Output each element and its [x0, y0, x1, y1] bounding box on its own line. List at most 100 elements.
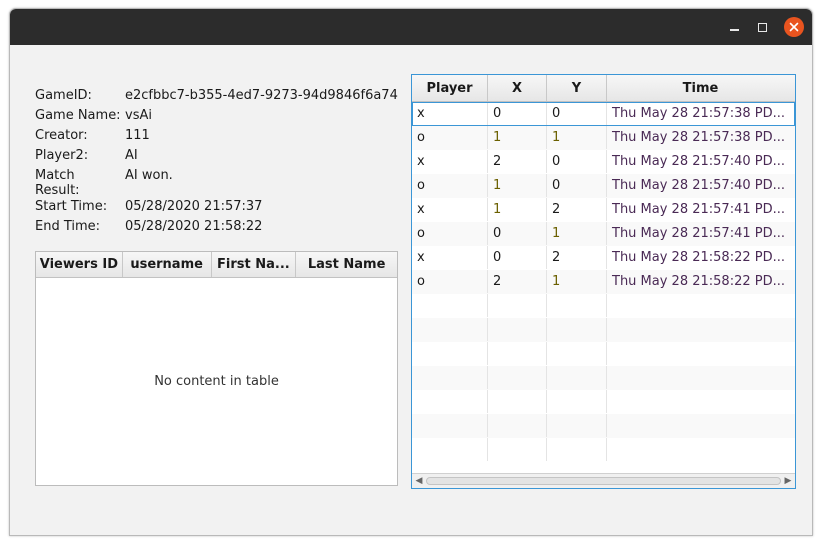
table-row[interactable]: x 0 0 Thu May 28 21:57:38 PD... — [412, 102, 795, 126]
empty-table-row[interactable] — [412, 318, 795, 342]
cell-y — [547, 342, 607, 365]
cell-x: 2 — [488, 150, 547, 173]
cell-x — [488, 294, 547, 317]
empty-table-row[interactable] — [412, 438, 795, 462]
column-time[interactable]: Time — [607, 75, 794, 101]
cell-time: Thu May 28 21:58:22 PD... — [612, 274, 785, 289]
cell-y: 1 — [547, 270, 607, 293]
cell-player: x — [412, 198, 488, 221]
empty-table-row[interactable] — [412, 414, 795, 438]
empty-table-row[interactable] — [412, 390, 795, 414]
cell-player: o — [412, 174, 488, 197]
moves-table[interactable]: Player X Y Time x 0 0 Thu May 28 21:57:38 P… — [411, 74, 796, 489]
column-viewers-id[interactable]: Viewers ID — [36, 252, 123, 277]
game-id-value: e2cfbbc7-b355-4ed7-9273-94d9846f6a74 — [125, 88, 398, 103]
cell-time: Thu May 28 21:57:38 PD... — [612, 106, 785, 121]
cell-x: 0 — [488, 102, 547, 125]
cell-player: o — [412, 126, 488, 149]
title-bar — [10, 9, 812, 45]
close-icon — [789, 22, 799, 32]
column-username[interactable]: username — [123, 252, 212, 277]
cell-time: Thu May 28 21:57:41 PD... — [612, 202, 785, 217]
cell-y — [547, 390, 607, 413]
cell-y — [547, 414, 607, 437]
cell-player: o — [412, 222, 488, 245]
empty-table-placeholder: No content in table — [154, 374, 279, 389]
end-time-value: 05/28/2020 21:58:22 — [125, 219, 263, 234]
cell-time: Thu May 28 21:57:38 PD... — [612, 130, 785, 145]
column-x[interactable]: X — [488, 75, 547, 101]
cell-time: Thu May 28 21:57:40 PD... — [612, 154, 785, 169]
scroll-left-icon[interactable]: ◀ — [414, 476, 424, 486]
close-button[interactable] — [784, 17, 804, 37]
cell-player: o — [412, 270, 488, 293]
table-row[interactable]: o 1 1 Thu May 28 21:57:38 PD... — [412, 126, 795, 150]
cell-time — [607, 438, 794, 461]
app-window: GameID: e2cfbbc7-b355-4ed7-9273-94d9846f… — [9, 8, 813, 536]
creator-label: Creator: — [35, 128, 88, 143]
cell-y — [547, 318, 607, 341]
table-row[interactable]: o 2 1 Thu May 28 21:58:22 PD... — [412, 270, 795, 294]
cell-time — [607, 366, 794, 389]
cell-y — [547, 294, 607, 317]
cell-time: Thu May 28 21:58:22 PD... — [612, 250, 785, 265]
column-first-name[interactable]: First Na... — [212, 252, 297, 277]
game-id-label: GameID: — [35, 88, 92, 103]
cell-time — [607, 318, 794, 341]
cell-x: 1 — [488, 126, 547, 149]
creator-value: 111 — [125, 128, 150, 143]
cell-y: 0 — [547, 174, 607, 197]
empty-table-row[interactable] — [412, 294, 795, 318]
cell-player — [412, 342, 488, 365]
moves-table-header: Player X Y Time — [412, 75, 795, 102]
game-name-label: Game Name: — [35, 108, 121, 123]
cell-y: 1 — [547, 126, 607, 149]
cell-y: 2 — [547, 246, 607, 269]
cell-player — [412, 414, 488, 437]
cell-y: 0 — [547, 102, 607, 125]
empty-table-row[interactable] — [412, 342, 795, 366]
cell-player — [412, 366, 488, 389]
match-result-label: Match Result: — [35, 168, 80, 198]
start-time-label: Start Time: — [35, 199, 108, 214]
cell-time — [607, 414, 794, 437]
scrollbar-thumb[interactable] — [426, 477, 781, 485]
table-row[interactable]: x 0 2 Thu May 28 21:58:22 PD... — [412, 246, 795, 270]
cell-x: 1 — [488, 174, 547, 197]
column-player[interactable]: Player — [412, 75, 488, 101]
minimize-button[interactable] — [724, 17, 744, 37]
cell-player — [412, 390, 488, 413]
table-row[interactable]: x 1 2 Thu May 28 21:57:41 PD... — [412, 198, 795, 222]
moves-table-body: x 0 0 Thu May 28 21:57:38 PD... o 1 1 Thu May 2… — [412, 102, 795, 474]
scroll-right-icon[interactable]: ▶ — [783, 476, 793, 486]
cell-player — [412, 438, 488, 461]
viewers-table[interactable]: Viewers ID username First Na... Last Nam… — [35, 251, 398, 486]
cell-time: Thu May 28 21:57:40 PD... — [612, 178, 785, 193]
match-result-value: AI won. — [125, 168, 173, 183]
column-last-name[interactable]: Last Name — [296, 252, 397, 277]
table-row[interactable]: o 1 0 Thu May 28 21:57:40 PD... — [412, 174, 795, 198]
cell-player — [412, 294, 488, 317]
cell-x — [488, 390, 547, 413]
cell-x: 1 — [488, 198, 547, 221]
maximize-icon — [757, 22, 767, 32]
cell-player: x — [412, 246, 488, 269]
cell-time — [607, 294, 794, 317]
table-row[interactable]: x 2 0 Thu May 28 21:57:40 PD... — [412, 150, 795, 174]
cell-x — [488, 318, 547, 341]
empty-table-row[interactable] — [412, 366, 795, 390]
cell-x — [488, 438, 547, 461]
cell-player: x — [412, 150, 488, 173]
cell-time — [607, 390, 794, 413]
cell-y — [547, 366, 607, 389]
minimize-icon — [729, 29, 739, 31]
start-time-value: 05/28/2020 21:57:37 — [125, 199, 263, 214]
cell-time — [607, 342, 794, 365]
maximize-button[interactable] — [752, 17, 772, 37]
column-y[interactable]: Y — [547, 75, 607, 101]
table-row[interactable]: o 0 1 Thu May 28 21:57:41 PD... — [412, 222, 795, 246]
horizontal-scrollbar[interactable]: ◀ ▶ — [412, 473, 795, 488]
cell-y: 1 — [547, 222, 607, 245]
game-name-value: vsAi — [125, 108, 152, 123]
cell-x: 0 — [488, 246, 547, 269]
